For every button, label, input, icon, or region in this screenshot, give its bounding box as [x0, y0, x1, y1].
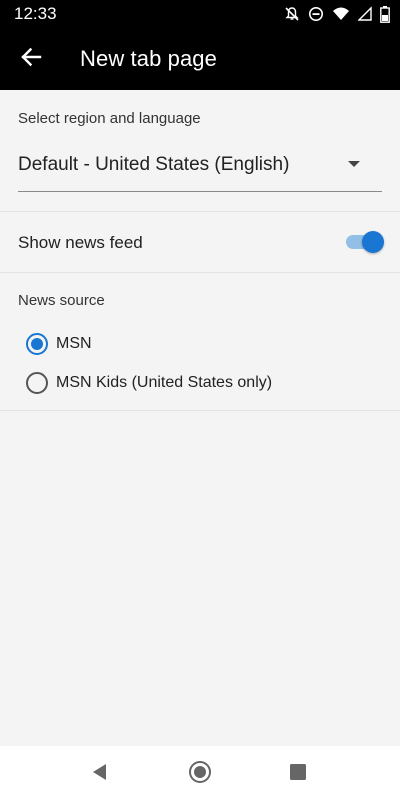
nav-recents-button[interactable] — [286, 762, 310, 786]
dropdown-arrow-icon — [348, 161, 360, 167]
radio-label: MSN — [56, 335, 92, 352]
show-news-feed-toggle[interactable] — [344, 231, 384, 253]
nav-recents-icon — [289, 763, 307, 786]
do-not-disturb-icon — [308, 6, 324, 22]
radio-label: MSN Kids (United States only) — [56, 374, 273, 391]
app-bar: New tab page — [0, 28, 400, 90]
wifi-icon — [332, 6, 350, 22]
settings-content: Select region and language Default - Uni… — [0, 90, 400, 746]
news-source-label: News source — [18, 292, 105, 309]
radio-button-unchecked[interactable] — [26, 372, 48, 394]
status-icons — [284, 5, 390, 23]
signal-icon — [358, 6, 372, 22]
radio-button-checked[interactable] — [26, 333, 48, 355]
region-selected-value: Default - United States (English) — [18, 154, 290, 175]
page-title: New tab page — [80, 46, 217, 71]
status-bar: 12:33 — [0, 0, 400, 28]
news-source-option-msn[interactable]: MSN — [26, 328, 386, 360]
show-news-feed-label: Show news feed — [18, 233, 143, 252]
nav-home-icon — [188, 760, 212, 789]
status-time: 12:33 — [14, 4, 57, 23]
system-navigation-bar — [0, 746, 400, 800]
nav-home-button[interactable] — [188, 760, 212, 789]
region-label: Select region and language — [18, 110, 201, 127]
back-button[interactable] — [3, 31, 59, 87]
news-source-option-msn-kids[interactable]: MSN Kids (United States only) — [26, 367, 386, 399]
notifications-off-icon — [284, 6, 300, 22]
nav-back-button[interactable] — [88, 762, 112, 786]
region-dropdown[interactable]: Default - United States (English) — [18, 146, 382, 192]
toggle-thumb — [362, 231, 384, 253]
show-news-feed-row[interactable]: Show news feed — [0, 212, 400, 273]
arrow-back-icon — [20, 46, 42, 73]
battery-icon — [380, 5, 390, 23]
nav-back-icon — [90, 762, 110, 787]
